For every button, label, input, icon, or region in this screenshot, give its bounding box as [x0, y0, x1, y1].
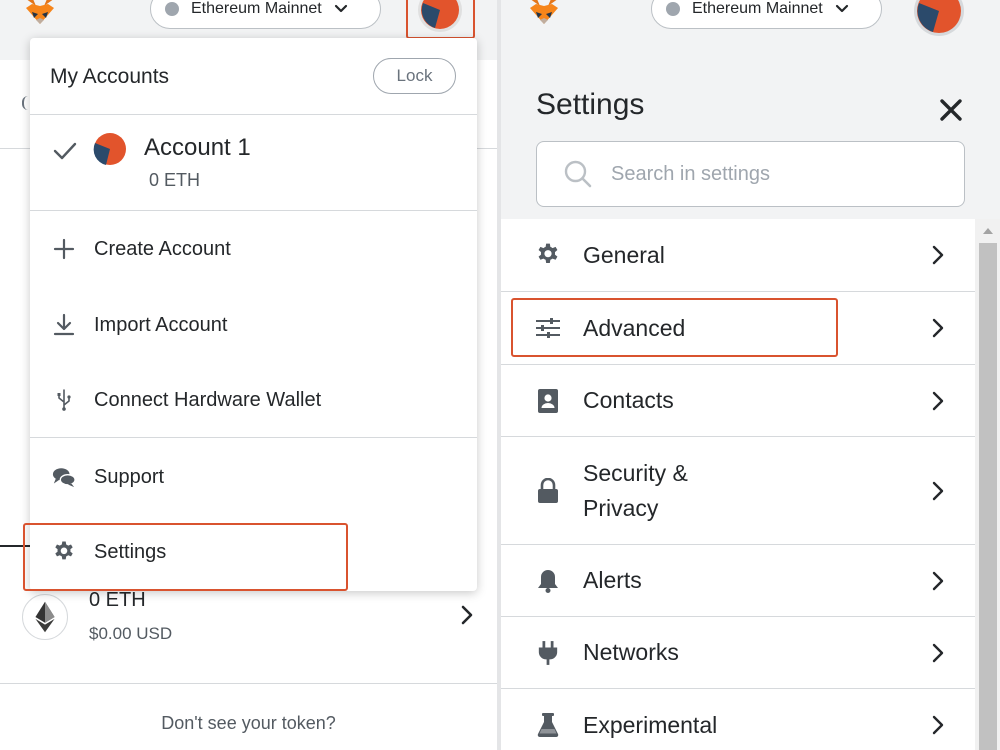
chevron-right-icon [932, 643, 944, 662]
search-icon [564, 160, 592, 188]
download-icon [52, 313, 76, 337]
divider [30, 437, 477, 438]
settings-item-general[interactable]: General [501, 219, 975, 292]
settings-highlight [23, 523, 348, 591]
chevron-right-icon[interactable] [459, 604, 475, 626]
bell-icon [534, 567, 562, 595]
close-icon[interactable] [937, 96, 965, 124]
chat-icon [52, 465, 76, 489]
settings-item-label: General [583, 241, 665, 268]
account-avatar-button[interactable] [911, 0, 967, 38]
network-status-dot [666, 2, 680, 16]
metamask-fox-logo-icon[interactable] [20, 0, 60, 28]
partial-tab-glyph [22, 96, 28, 110]
support-item[interactable]: Support [30, 447, 477, 507]
settings-title: Settings [536, 88, 645, 121]
account-avatar [93, 133, 126, 165]
menu-item-label: Connect Hardware Wallet [94, 388, 322, 411]
account-menu: My Accounts Lock Account 1 0 ETH Create … [30, 38, 477, 591]
settings-item-contacts[interactable]: Contacts [501, 365, 975, 437]
scrollbar-thumb[interactable] [979, 243, 997, 750]
settings-item-security-privacy[interactable]: Security & Privacy [501, 437, 975, 545]
settings-item-label: Security & Privacy [583, 459, 688, 521]
checkmark-icon [53, 142, 77, 160]
settings-item-label: Alerts [583, 567, 642, 593]
chevron-down-icon [835, 4, 848, 13]
network-name: Ethereum Mainnet [692, 0, 823, 17]
usb-icon [52, 388, 76, 412]
chevron-right-icon [932, 318, 944, 338]
network-name: Ethereum Mainnet [191, 0, 322, 17]
create-account-item[interactable]: Create Account [30, 219, 477, 279]
eth-token-icon [22, 594, 68, 640]
metamask-fox-logo-icon[interactable] [524, 0, 564, 28]
menu-title: My Accounts [50, 65, 170, 88]
lock-icon [534, 477, 562, 505]
account-balance: 0 ETH [149, 170, 201, 190]
account-name: Account 1 [144, 134, 251, 161]
plus-icon [52, 237, 76, 261]
settings-item-label: Experimental [583, 711, 718, 738]
left-panel: Ethereum Mainnet 0 ETH $0.00 USD Don't s… [0, 0, 497, 750]
asset-fiat-value: $0.00 USD [89, 624, 173, 643]
lock-button[interactable]: Lock [373, 58, 456, 94]
advanced-highlight [511, 298, 838, 357]
menu-item-label: Create Account [94, 237, 231, 260]
chevron-right-icon [932, 715, 944, 735]
menu-item-label: Support [94, 465, 165, 488]
account-avatar-button[interactable] [415, 0, 465, 35]
search-input[interactable] [611, 162, 931, 186]
network-selector[interactable]: Ethereum Mainnet [150, 0, 381, 29]
network-selector[interactable]: Ethereum Mainnet [651, 0, 882, 29]
network-status-dot [165, 2, 179, 16]
dont-see-token-link[interactable]: Don't see your token? [0, 713, 497, 734]
connect-hardware-wallet-item[interactable]: Connect Hardware Wallet [30, 370, 477, 430]
chevron-right-icon [932, 481, 944, 500]
chevron-right-icon [932, 571, 944, 590]
scroll-up-arrow-icon[interactable] [979, 224, 997, 238]
contact-book-icon [534, 387, 562, 415]
divider [30, 210, 477, 211]
right-panel: Ethereum Mainnet Settings Gene [501, 0, 1000, 750]
import-account-item[interactable]: Import Account [30, 295, 477, 355]
plug-icon [534, 639, 562, 667]
flask-icon [534, 711, 562, 739]
menu-item-label: Import Account [94, 313, 228, 336]
settings-item-label: Networks [583, 639, 679, 665]
divider [0, 683, 497, 684]
asset-amount: 0 ETH [89, 589, 146, 611]
account-row[interactable]: Account 1 0 ETH [30, 115, 477, 210]
chevron-right-icon [932, 391, 944, 410]
settings-item-label: Contacts [583, 387, 674, 413]
settings-search[interactable] [536, 141, 965, 207]
chevron-down-icon [334, 4, 347, 13]
gear-icon [534, 241, 562, 269]
chevron-right-icon [932, 245, 944, 265]
settings-item-networks[interactable]: Networks [501, 617, 975, 689]
settings-item-experimental[interactable]: Experimental [501, 689, 975, 750]
settings-item-alerts[interactable]: Alerts [501, 545, 975, 617]
